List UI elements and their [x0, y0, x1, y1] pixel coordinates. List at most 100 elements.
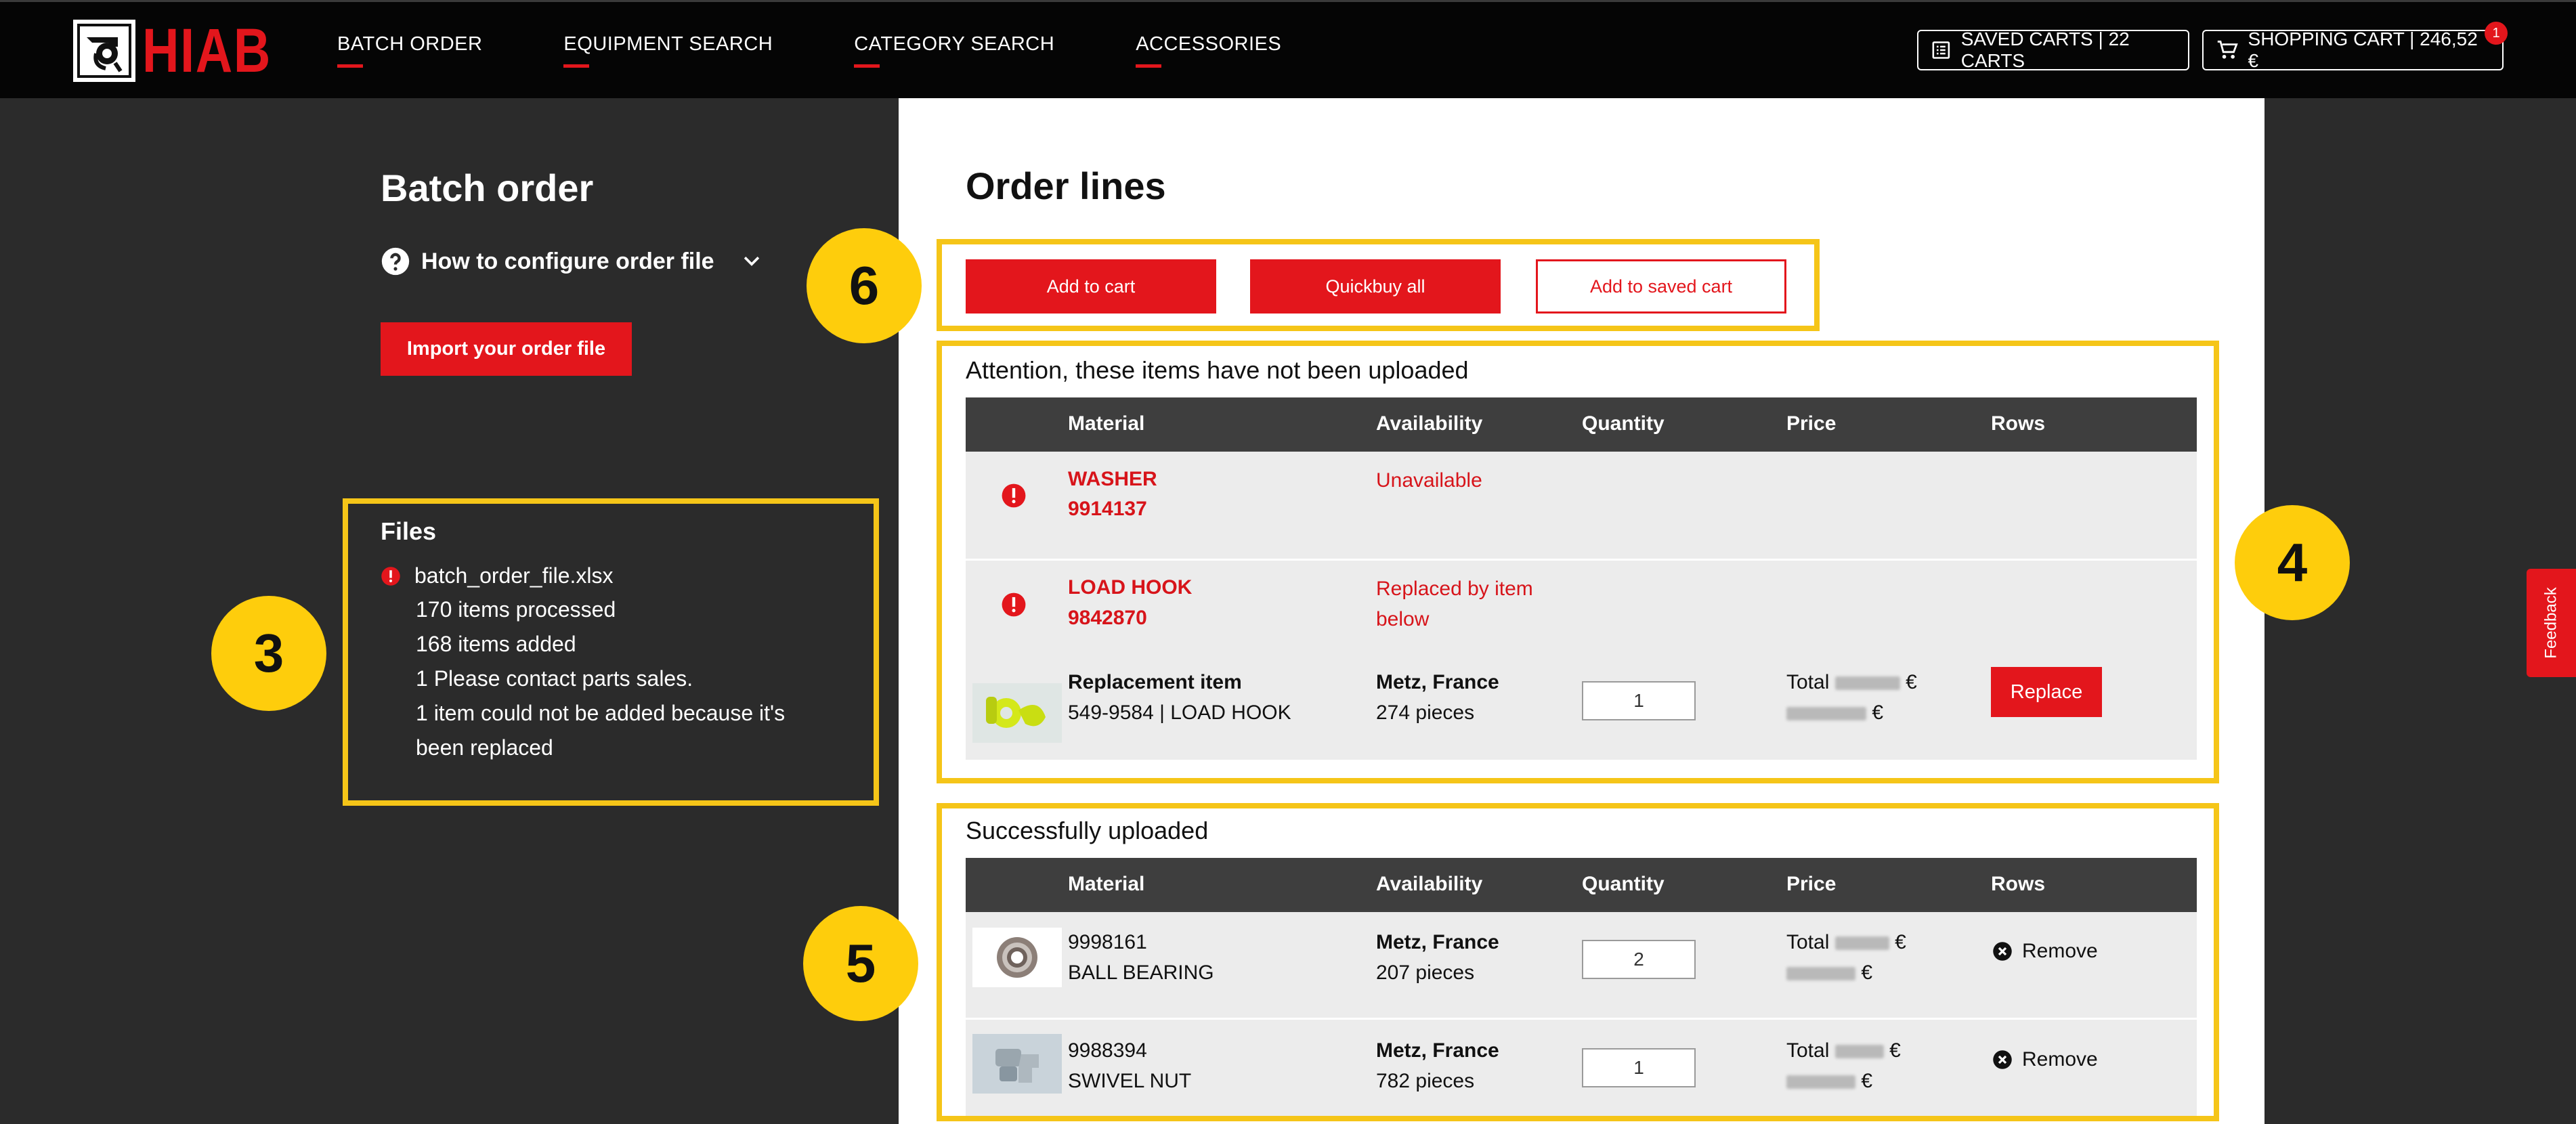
currency: €	[1872, 701, 1884, 724]
list-icon	[1932, 41, 1950, 59]
import-order-file-button[interactable]: Import your order file	[381, 322, 632, 376]
quantity-input[interactable]: 2	[1582, 940, 1696, 979]
table-header: Material Availability Quantity Price Row…	[966, 858, 2197, 912]
nav-equipment-search[interactable]: EQUIPMENT SEARCH	[563, 33, 773, 68]
column-rows: Rows	[1991, 412, 2046, 435]
blurred-price	[1834, 1045, 1884, 1059]
add-to-saved-cart-button[interactable]: Add to saved cart	[1536, 259, 1786, 314]
files-summary-line: 170 items processed	[416, 597, 616, 622]
nav-label: BATCH ORDER	[337, 33, 483, 55]
files-summary-line: 1 item could not be added because it's	[416, 701, 786, 725]
saved-carts-label: SAVED CARTS | 22 CARTS	[1960, 28, 2130, 71]
item-name: WASHER	[1068, 468, 1157, 490]
price-total: Total €	[1786, 928, 1906, 957]
replacement-location: Metz, France	[1376, 671, 1499, 693]
remove-button[interactable]: Remove	[1992, 1048, 2098, 1071]
brand-wordmark: HIAB	[142, 16, 272, 85]
cart-icon	[2217, 41, 2238, 59]
main-nav: BATCH ORDER EQUIPMENT SEARCH CATEGORY SE…	[337, 33, 1362, 68]
load-hook-thumbnail	[972, 683, 1062, 743]
item-location: Metz, France	[1376, 1039, 1499, 1062]
column-material: Material	[1068, 412, 1145, 435]
callout-5: 5	[803, 906, 918, 1021]
currency: €	[1889, 1039, 1901, 1062]
item-availability: Replaced by item	[1376, 578, 1533, 600]
price-unit: €	[1786, 698, 1883, 728]
remove-label: Remove	[2022, 1048, 2098, 1071]
ball-bearing-thumbnail	[972, 928, 1062, 987]
chevron-down-icon	[744, 257, 759, 266]
saved-carts-button[interactable]: SAVED CARTS | 22 CARTS	[1917, 28, 2189, 71]
remove-label: Remove	[2022, 940, 2098, 962]
feedback-tab[interactable]: Feedback	[2527, 569, 2576, 677]
nav-label: CATEGORY SEARCH	[854, 33, 1055, 55]
blurred-price	[1834, 676, 1900, 691]
nav-underline	[854, 64, 880, 68]
item-availability: below	[1376, 608, 1430, 630]
callout-6: 6	[807, 228, 922, 343]
currency: €	[1861, 1070, 1873, 1092]
blurred-price	[1834, 936, 1889, 951]
item-name: BALL BEARING	[1068, 961, 1214, 984]
hiab-logo[interactable]: HIAB	[73, 20, 300, 82]
table-header: Material Availability Quantity Price Row…	[966, 397, 2197, 452]
item-code: 9988394	[1068, 1039, 1147, 1062]
nav-underline	[563, 64, 590, 68]
nav-underline	[337, 64, 363, 68]
item-code: 9914137	[1068, 498, 1147, 520]
item-stock: 207 pieces	[1376, 961, 1475, 984]
item-location: Metz, France	[1376, 931, 1499, 953]
total-label: Total	[1786, 1039, 1830, 1062]
cart-count-badge: 1	[2485, 22, 2508, 45]
error-icon	[381, 566, 400, 586]
column-quantity: Quantity	[1582, 873, 1665, 895]
column-material: Material	[1068, 873, 1145, 895]
replacement-stock: 274 pieces	[1376, 701, 1475, 724]
replacement-label: Replacement item	[1068, 671, 1242, 693]
how-to-label: How to configure order file	[421, 248, 714, 274]
nav-category-search[interactable]: CATEGORY SEARCH	[854, 33, 1055, 68]
remove-button[interactable]: Remove	[1992, 940, 2098, 963]
callout-4: 4	[2235, 505, 2350, 620]
price-unit: €	[1786, 958, 1872, 988]
item-code: 9998161	[1068, 931, 1147, 953]
nav-batch-order[interactable]: BATCH ORDER	[337, 33, 483, 68]
column-price: Price	[1786, 412, 1837, 435]
column-quantity: Quantity	[1582, 412, 1665, 435]
nav-accessories[interactable]: ACCESSORIES	[1136, 33, 1281, 68]
item-name: SWIVEL NUT	[1068, 1070, 1192, 1092]
order-lines-title: Order lines	[966, 165, 1166, 207]
error-icon	[1002, 483, 1026, 508]
files-title: Files	[381, 517, 437, 545]
quantity-input[interactable]: 1	[1582, 681, 1696, 720]
nav-underline	[1136, 64, 1162, 68]
shopping-cart-label: SHOPPING CART | 246,52 €	[2248, 28, 2478, 71]
column-availability: Availability	[1376, 873, 1483, 895]
currency: €	[1906, 671, 1917, 693]
remove-icon	[1993, 1050, 2012, 1069]
quantity-input[interactable]: 1	[1582, 1048, 1696, 1087]
file-entry: batch_order_file.xlsx	[381, 563, 613, 588]
nav-label: EQUIPMENT SEARCH	[563, 33, 773, 55]
remove-icon	[1993, 942, 2012, 961]
price-total: Total €	[1786, 668, 1917, 697]
callout-3: 3	[211, 596, 326, 711]
replace-button[interactable]: Replace	[1991, 667, 2102, 717]
item-availability: Unavailable	[1376, 469, 1482, 492]
column-price: Price	[1786, 873, 1837, 895]
top-navigation-bar: HIAB BATCH ORDER EQUIPMENT SEARCH CATEGO…	[0, 0, 2576, 98]
currency: €	[1861, 961, 1873, 984]
blurred-price	[1786, 1075, 1855, 1089]
item-stock: 782 pieces	[1376, 1070, 1475, 1092]
add-to-cart-button[interactable]: Add to cart	[966, 259, 1216, 314]
currency: €	[1895, 931, 1906, 953]
quickbuy-all-button[interactable]: Quickbuy all	[1250, 259, 1501, 314]
files-summary-line: 168 items added	[416, 632, 576, 656]
hiab-emblem-icon	[73, 20, 135, 82]
shopping-cart-button[interactable]: SHOPPING CART | 246,52 € 1	[2202, 22, 2508, 71]
file-name: batch_order_file.xlsx	[414, 563, 614, 588]
page-title: Batch order	[381, 167, 594, 209]
feedback-label: Feedback	[2541, 587, 2560, 659]
how-to-configure-toggle[interactable]: How to configure order file	[381, 246, 763, 276]
help-icon	[381, 247, 410, 276]
